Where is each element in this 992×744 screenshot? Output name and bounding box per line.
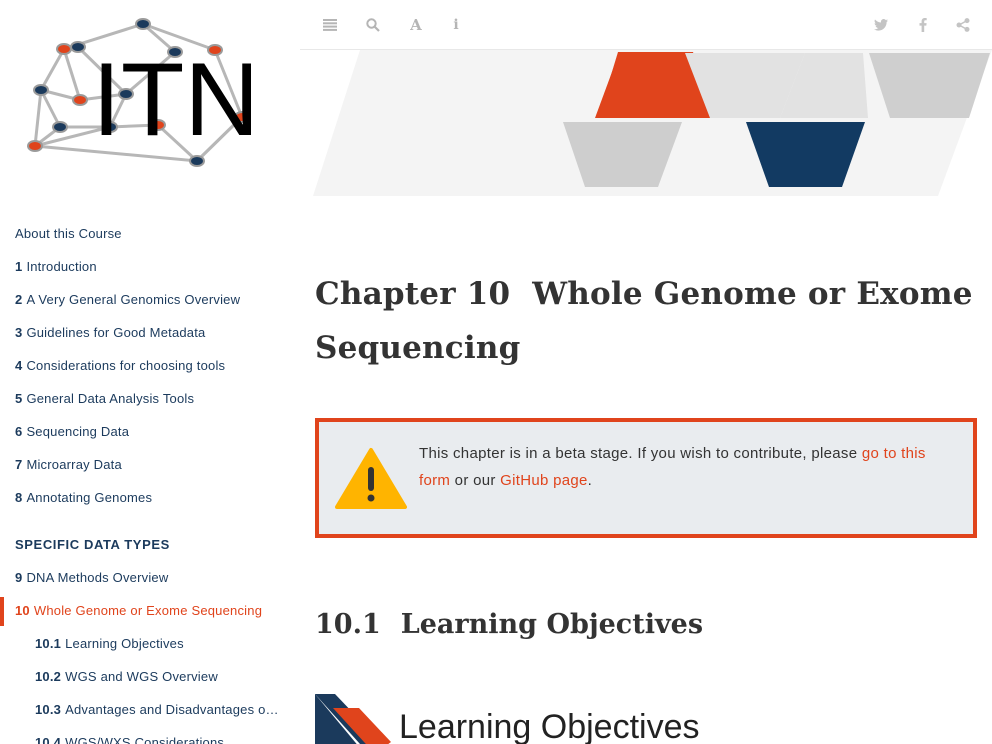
toc-number: 10.1 [35,636,62,651]
section-heading: 10.1 Learning Objectives [315,605,980,645]
toc-number: 1 [15,259,23,274]
itn-logo[interactable]: ITN [20,12,275,177]
toc-item-1[interactable]: 1 Introduction [0,253,300,286]
toc-number: 8 [15,490,23,505]
callout-text: . [587,472,593,489]
toc-item-3[interactable]: 3 Guidelines for Good Metadata [0,319,300,352]
section-title: Learning Objectives [400,609,704,640]
toc-item-4[interactable]: 4 Considerations for choosing tools [0,352,300,385]
toc-number: 2 [15,292,23,307]
github-link[interactable]: GitHub page [500,472,588,489]
toc-label: Sequencing Data [26,424,130,439]
toc-number: 10 [15,603,30,618]
toc-item-10-1[interactable]: 10.1 Learning Objectives [0,630,300,663]
toc-number: 10.4 [35,735,62,744]
toc-item-10-4[interactable]: 10.4 WGS/WXS Considerations [0,729,300,744]
share-icon[interactable] [952,14,974,36]
beta-warning-callout: This chapter is in a beta stage. If you … [315,418,977,538]
learning-objectives-banner: Learning Objectives [315,694,980,744]
toc-number: 6 [15,424,23,439]
section-number: 10.1 [315,609,381,640]
toc-item-6[interactable]: 6 Sequencing Data [0,418,300,451]
objectives-banner-title: Learning Objectives [399,708,700,744]
toc-label: DNA Methods Overview [26,570,169,585]
toc-number: 10.3 [35,702,62,717]
font-icon[interactable]: A [405,14,427,36]
toc-item-2[interactable]: 2A Very General Genomics Overview [0,286,300,319]
search-icon[interactable] [362,14,384,36]
toc-label: Microarray Data [26,457,122,472]
toc-label: A Very General Genomics Overview [26,292,241,307]
toc-item-about[interactable]: About this Course [0,220,300,253]
toc-label: Considerations for choosing tools [26,358,226,373]
chapter-number: Chapter 10 [315,276,511,312]
callout-message: This chapter is in a beta stage. If you … [419,440,949,494]
sidebar: ITN About this Course 1 Introduction 2A V… [0,0,300,744]
toc-label: Advantages and Disadvantages of WGS vs W… [65,702,300,717]
toc-item-10-active[interactable]: 10 Whole Genome or Exome Sequencing [0,597,300,630]
toc-number: 7 [15,457,23,472]
twitter-icon[interactable] [870,14,892,36]
info-icon[interactable]: i [445,14,467,36]
toc-item-10-2[interactable]: 10.2 WGS and WGS Overview [0,663,300,696]
main-content: Chapter 10 Whole Genome or Exome Sequenci… [315,196,980,744]
toc-label: Annotating Genomes [26,490,153,505]
callout-text: or our [450,472,501,489]
toc-label: Learning Objectives [65,636,184,651]
menu-icon[interactable] [319,14,341,36]
toolbar: A i [300,0,992,50]
course-banner [313,50,992,196]
toc-number: 3 [15,325,23,340]
toc-number: 9 [15,570,23,585]
toc-label: Introduction [26,259,97,274]
toc-label: About this Course [15,226,122,241]
callout-text: This chapter is in a beta stage. If you … [419,445,862,462]
chapter-title: Chapter 10 Whole Genome or Exome Sequenci… [315,267,980,375]
toc-item-10-3[interactable]: 10.3Advantages and Disadvantages of WGS … [0,696,300,729]
toc-item-8[interactable]: 8 Annotating Genomes [0,484,300,517]
logo-text: ITN [92,42,260,158]
table-of-contents: About this Course 1 Introduction 2A Very … [0,220,300,744]
toc-number: 10.2 [35,669,62,684]
toc-item-5[interactable]: 5 General Data Analysis Tools [0,385,300,418]
toc-label: General Data Analysis Tools [26,391,195,406]
toc-label: WGS and WGS Overview [65,669,218,684]
facebook-icon[interactable] [912,14,934,36]
toc-label: Whole Genome or Exome Sequencing [33,603,263,618]
toc-item-9[interactable]: 9 DNA Methods Overview [0,564,300,597]
toc-item-7[interactable]: 7 Microarray Data [0,451,300,484]
toc-label: Guidelines for Good Metadata [26,325,206,340]
warning-icon [335,448,407,509]
toc-number: 5 [15,391,23,406]
toc-section-header: SPECIFIC DATA TYPES [15,537,170,552]
objectives-logo-icon [315,694,391,744]
toc-number: 4 [15,358,23,373]
toc-label: WGS/WXS Considerations [65,735,225,744]
